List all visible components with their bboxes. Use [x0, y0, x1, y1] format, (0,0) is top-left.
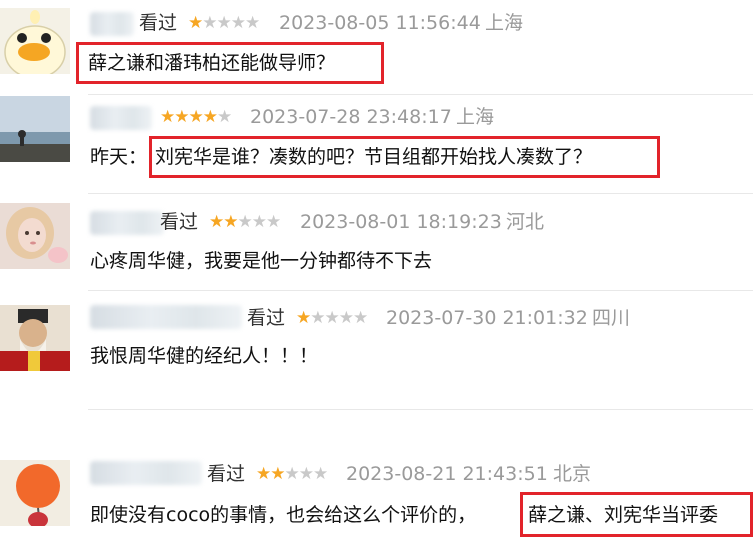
- user-avatar[interactable]: [0, 305, 70, 371]
- comment-text: 我恨周华健的经纪人！！！: [90, 345, 319, 367]
- comment-time: 2023-07-28 23:48:17: [250, 106, 452, 128]
- star-icon: ★: [310, 308, 325, 328]
- seen-label: 看过: [160, 211, 199, 233]
- username-blurred[interactable]: [90, 305, 242, 329]
- comment-text: 薛之谦、刘宪华当评委: [528, 504, 719, 526]
- comment-location: 河北: [506, 211, 545, 233]
- username-blurred[interactable]: [90, 12, 134, 36]
- comment-item: 看过 ★★★★★ 2023-08-05 11:56:44 上海 薛之谦和潘玮柏还…: [0, 0, 753, 90]
- username-blurred[interactable]: [90, 211, 164, 235]
- comment-item: 看过 ★★★★★ 2023-07-30 21:01:32 四川 我恨周华健的经纪…: [0, 300, 753, 390]
- star-icon: ★: [223, 212, 238, 232]
- comment-time: 2023-08-05 11:56:44: [279, 12, 481, 34]
- comment-item: 看过 ★★★★★ 2023-08-21 21:43:51 北京 即使没有coco…: [0, 455, 753, 539]
- divider: [88, 193, 753, 194]
- star-icon: ★: [313, 464, 328, 484]
- comment-text-prefix: 昨天：: [90, 146, 148, 168]
- username-blurred[interactable]: [90, 461, 202, 485]
- divider: [88, 409, 753, 410]
- comment-location: 北京: [553, 463, 592, 485]
- comment-text-prefix: 即使没有coco的事情，也会给这么个评价的，: [90, 504, 477, 526]
- comment-text: 心疼周华健，我要是他一分钟都待不下去: [90, 250, 433, 272]
- balloon-avatar-icon: [0, 460, 70, 526]
- divider: [88, 290, 753, 291]
- star-icon: ★: [251, 212, 267, 232]
- seaside-avatar-icon: [0, 96, 70, 162]
- star-icon: ★: [230, 13, 246, 33]
- star-icon: ★: [216, 13, 232, 33]
- star-icon: ★: [266, 212, 281, 232]
- star-icon: ★: [217, 107, 232, 127]
- user-avatar[interactable]: [0, 203, 70, 269]
- seen-label: 看过: [247, 307, 286, 329]
- star-icon: ★: [298, 464, 314, 484]
- star-icon: ★: [256, 464, 271, 484]
- seen-label: 看过: [207, 463, 246, 485]
- user-avatar[interactable]: [0, 96, 70, 162]
- comment-time: 2023-08-01 18:19:23: [300, 211, 502, 233]
- duck-avatar-icon: [0, 8, 70, 74]
- rating-stars: ★★★★★: [209, 210, 281, 234]
- comment-location: 上海: [456, 106, 495, 128]
- comment-location: 四川: [592, 307, 631, 329]
- rating-stars: ★★★★★: [296, 306, 368, 330]
- star-icon: ★: [188, 13, 203, 33]
- comment-location: 上海: [485, 12, 524, 34]
- star-icon: ★: [174, 107, 189, 127]
- star-icon: ★: [324, 308, 340, 328]
- comment-text: 薛之谦和潘玮柏还能做导师？: [88, 52, 336, 74]
- star-icon: ★: [296, 308, 311, 328]
- star-icon: ★: [160, 107, 175, 127]
- star-icon: ★: [338, 308, 354, 328]
- girl-avatar-icon: [0, 203, 70, 269]
- seen-label: 看过: [139, 12, 178, 34]
- rating-stars: ★★★★★: [160, 105, 232, 129]
- username-blurred[interactable]: [90, 106, 152, 130]
- star-icon: ★: [188, 107, 204, 127]
- star-icon: ★: [209, 212, 224, 232]
- star-icon: ★: [202, 13, 217, 33]
- rating-stars: ★★★★★: [256, 462, 328, 486]
- rating-stars: ★★★★★: [188, 11, 260, 35]
- comment-time: 2023-07-30 21:01:32: [386, 307, 588, 329]
- comment-item: 看过 ★★★★★ 2023-08-01 18:19:23 河北 心疼周华健，我要…: [0, 203, 753, 293]
- star-icon: ★: [237, 212, 253, 232]
- comment-item: ★★★★★ 2023-07-28 23:48:17 上海 昨天： 刘宪华是谁？凑…: [0, 96, 753, 196]
- star-icon: ★: [245, 13, 260, 33]
- star-icon: ★: [270, 464, 285, 484]
- star-icon: ★: [284, 464, 300, 484]
- user-avatar[interactable]: [0, 8, 70, 74]
- comment-text: 刘宪华是谁？凑数的吧？节目组都开始找人凑数了？: [155, 146, 593, 168]
- divider: [88, 94, 753, 95]
- star-icon: ★: [202, 107, 218, 127]
- star-icon: ★: [353, 308, 368, 328]
- user-avatar[interactable]: [0, 460, 70, 526]
- comment-time: 2023-08-21 21:43:51: [346, 463, 548, 485]
- elder-avatar-icon: [0, 305, 70, 371]
